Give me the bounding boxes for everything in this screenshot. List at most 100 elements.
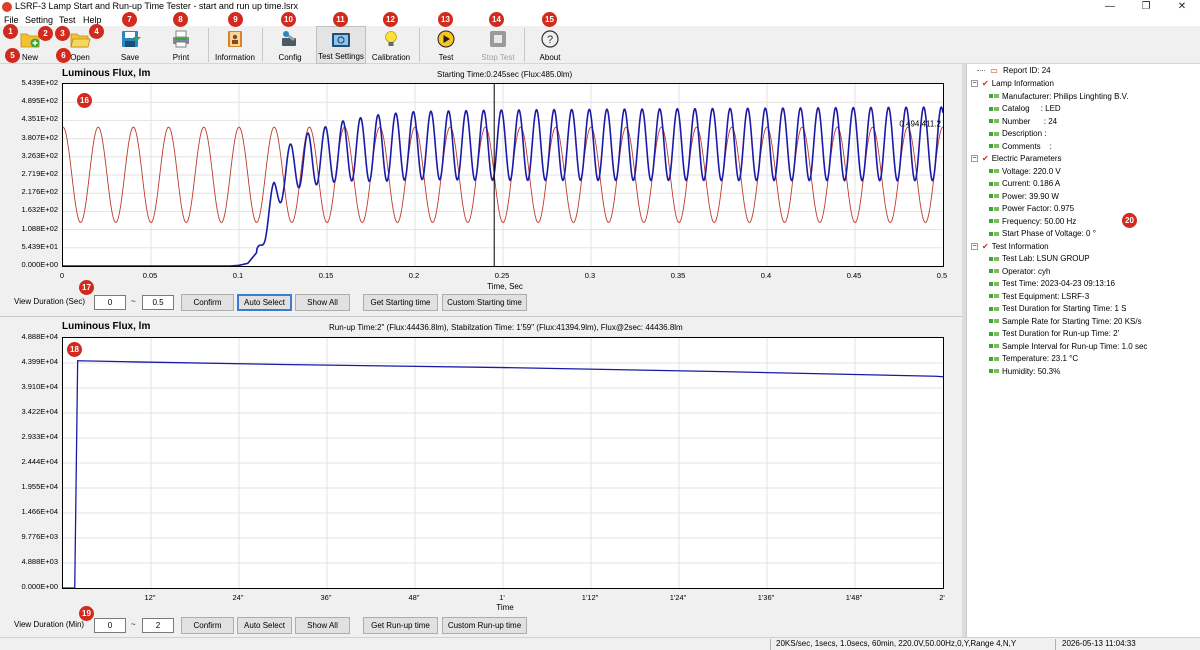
show-all-button[interactable]: Show All xyxy=(295,294,350,311)
data-item-icon xyxy=(989,106,999,111)
auto-select-button[interactable]: Auto Select xyxy=(237,617,292,634)
tree-group-label: Electric Parameters xyxy=(991,154,1062,163)
tree-item[interactable]: Comments : xyxy=(989,142,1052,154)
x-tick-label: 1'12" xyxy=(581,593,599,602)
stop-test-button[interactable]: Stop Test xyxy=(476,26,520,64)
about-button[interactable]: ? About xyxy=(530,26,570,64)
view-from-input[interactable]: 0 xyxy=(94,618,126,633)
tree-item[interactable]: Frequency: 50.00 Hz xyxy=(989,217,1076,229)
data-item-icon xyxy=(989,306,999,311)
tree-item[interactable]: Voltage: 220.0 V xyxy=(989,167,1061,179)
minimize-button[interactable]: — xyxy=(1092,0,1128,14)
menu-setting[interactable]: Setting xyxy=(25,15,53,25)
chart2-svg xyxy=(63,338,944,589)
y-tick-label: 3.422E+04 xyxy=(21,407,59,416)
y-tick-label: 0.000E+00 xyxy=(21,582,59,591)
tree-group-header[interactable]: − ✔ Electric Parameters xyxy=(971,154,1062,166)
cursor-value-label: 0.494,411.2 xyxy=(899,119,941,128)
report-info-tree: ▭ Report ID: 24 − ✔ Lamp Information Manufa… xyxy=(966,64,1200,637)
tree-item-label: Test Lab: LSUN GROUP xyxy=(1002,254,1090,263)
tree-item[interactable]: Test Equipment: LSRF-3 xyxy=(989,292,1089,304)
config-button[interactable]: Config xyxy=(268,26,312,64)
tree-item[interactable]: Operator: cyh xyxy=(989,267,1050,279)
toolbar-separator xyxy=(262,28,263,62)
tree-item-label: Manufacturer: Philips Linghting B.V. xyxy=(1002,91,1129,101)
collapse-toggle-icon[interactable]: − xyxy=(971,242,978,250)
tree-item[interactable]: Test Lab: LSUN GROUP xyxy=(989,254,1090,266)
x-tick-label: 0.15 xyxy=(318,271,334,280)
tree-item[interactable]: Number : 24 xyxy=(989,117,1057,129)
collapse-toggle-icon[interactable]: − xyxy=(971,155,978,163)
print-button[interactable]: Print xyxy=(161,26,201,64)
chart1-plot-area[interactable]: 0.494,411.2 xyxy=(62,83,944,267)
y-tick-label: 3.807E+02 xyxy=(21,132,59,142)
calibration-button[interactable]: Calibration xyxy=(369,26,413,64)
toolbar-separator xyxy=(208,28,209,62)
y-tick-label: 9.776E+03 xyxy=(21,532,59,541)
annotation-badge: 6 xyxy=(56,48,71,63)
chart2-plot-area[interactable] xyxy=(62,337,944,589)
test-button[interactable]: Test xyxy=(426,26,466,64)
save-button[interactable]: Save xyxy=(110,26,150,64)
data-item-icon xyxy=(989,294,999,299)
x-tick-label: 0.4 xyxy=(760,271,772,280)
tree-group-header[interactable]: − ✔ Test Information xyxy=(971,242,1049,254)
tree-item[interactable]: Test Time: 2023-04-23 09:13:16 xyxy=(989,279,1115,291)
tree-item-label: Comments : xyxy=(1002,141,1052,151)
tree-group-header[interactable]: − ✔ Lamp Information xyxy=(971,79,1054,91)
data-item-icon xyxy=(989,169,999,174)
tree-item[interactable]: Description : xyxy=(989,129,1046,141)
play-icon xyxy=(437,30,455,48)
view-to-input[interactable]: 2 xyxy=(142,618,174,633)
view-from-input[interactable]: 0 xyxy=(94,295,126,310)
tree-report-label: Report ID: 24 xyxy=(1003,66,1051,75)
x-tick-label: 2' xyxy=(939,593,945,602)
y-tick-label: 1.466E+04 xyxy=(21,507,59,516)
status-bar: 20KS/sec, 1secs, 1.0secs, 60min, 220.0V,… xyxy=(0,637,1200,650)
tree-item[interactable]: Sample Rate for Starting Time: 20 KS/s xyxy=(989,317,1142,329)
test-settings-label: Test Settings xyxy=(318,52,364,61)
y-tick-label: 3.263E+02 xyxy=(21,150,59,160)
y-tick-label: 2.444E+04 xyxy=(21,457,59,466)
test-settings-icon xyxy=(332,33,350,47)
information-button[interactable]: Information xyxy=(210,26,260,64)
collapse-toggle-icon[interactable]: − xyxy=(971,80,978,88)
tree-item[interactable]: Catalog : LED xyxy=(989,104,1061,116)
test-settings-button[interactable]: Test Settings xyxy=(316,26,366,64)
tree-item[interactable]: Sample Interval for Run-up Time: 1.0 sec xyxy=(989,342,1147,354)
x-tick-label: 1'36" xyxy=(757,593,775,602)
tree-item-label: Frequency: 50.00 Hz xyxy=(1002,216,1077,226)
maximize-button[interactable]: ❐ xyxy=(1128,0,1164,14)
custom-starting-time-button[interactable]: Custom Starting time xyxy=(442,294,527,311)
tree-item[interactable]: Humidity: 50.3% xyxy=(989,367,1060,379)
custom-run-up-time-button[interactable]: Custom Run-up time xyxy=(442,617,527,634)
y-tick-label: 5.439E+01 xyxy=(21,241,59,251)
show-all-button[interactable]: Show All xyxy=(295,617,350,634)
view-to-input[interactable]: 0.5 xyxy=(142,295,174,310)
get-run-up-time-button[interactable]: Get Run-up time xyxy=(363,617,438,634)
tree-item-label: Start Phase of Voltage: 0 ° xyxy=(1002,229,1096,238)
tree-item[interactable]: Temperature: 23.1 °C xyxy=(989,354,1078,366)
status-divider xyxy=(1055,639,1056,650)
tree-item[interactable]: Start Phase of Voltage: 0 ° xyxy=(989,229,1096,241)
close-button[interactable]: ✕ xyxy=(1164,0,1200,14)
auto-select-button[interactable]: Auto Select xyxy=(237,294,292,311)
tree-item[interactable]: Test Duration for Starting Time: 1 S xyxy=(989,304,1127,316)
status-acquisition-info: 20KS/sec, 1secs, 1.0secs, 60min, 220.0V,… xyxy=(776,639,1017,648)
menu-test[interactable]: Test xyxy=(59,15,76,25)
get-starting-time-button[interactable]: Get Starting time xyxy=(363,294,438,311)
tree-report-id[interactable]: ▭ Report ID: 24 xyxy=(977,66,1051,78)
tree-item[interactable]: Test Duration for Run-up Time: 2' xyxy=(989,329,1119,341)
confirm-button[interactable]: Confirm xyxy=(181,617,234,634)
tree-item[interactable]: Manufacturer: Philips Linghting B.V. xyxy=(989,92,1128,104)
confirm-button[interactable]: Confirm xyxy=(181,294,234,311)
y-tick-label: 0.000E+00 xyxy=(21,260,59,269)
tree-item[interactable]: Power: 39.90 W xyxy=(989,192,1059,204)
y-tick-label: 1.955E+04 xyxy=(21,482,59,491)
data-item-icon xyxy=(989,119,999,124)
stop-test-label: Stop Test xyxy=(481,53,515,62)
chart2-subtitle: Run-up Time:2" (Flux:44436.8lm), Stabilz… xyxy=(329,323,683,332)
status-datetime: 2026-05-13 11:04:33 xyxy=(1062,639,1136,648)
tree-item[interactable]: Power Factor: 0.975 xyxy=(989,204,1074,216)
tree-item[interactable]: Current: 0.186 A xyxy=(989,179,1060,191)
